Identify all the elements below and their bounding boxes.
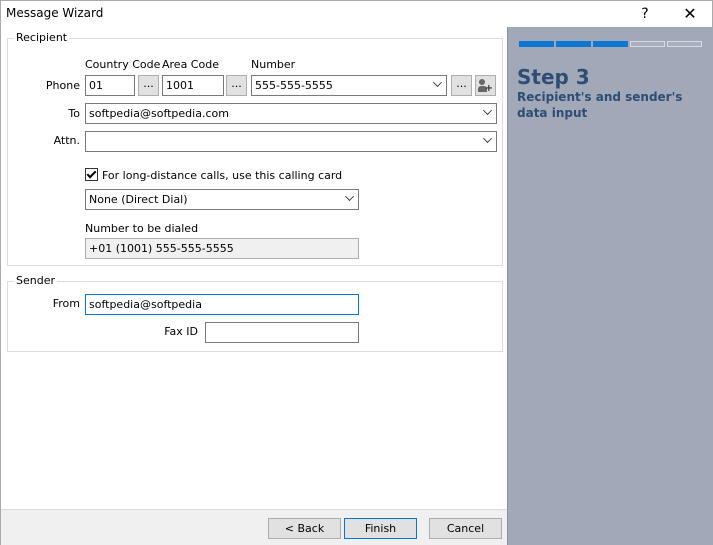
number-label: Number <box>251 58 296 71</box>
cancel-button[interactable]: Cancel <box>429 518 502 539</box>
area-code-browse-button[interactable]: ... <box>226 75 247 96</box>
progress-segment <box>519 41 554 47</box>
back-button[interactable]: < Back <box>268 518 341 539</box>
from-input[interactable]: softpedia@softpedia <box>85 294 359 315</box>
progress-segment <box>667 41 702 47</box>
country-code-browse-button[interactable]: ... <box>138 75 159 96</box>
fax-id-label: Fax ID <box>164 325 198 338</box>
progress-segment <box>630 41 665 47</box>
to-label: To <box>68 107 80 120</box>
number-browse-button[interactable]: ... <box>451 75 472 96</box>
area-code-label: Area Code <box>162 58 219 71</box>
number-combo[interactable]: 555-555-5555 <box>251 75 447 96</box>
step-subtitle: Recipient's and sender's data input <box>517 90 683 120</box>
calling-card-checkbox-label[interactable]: For long-distance calls, use this callin… <box>102 169 342 182</box>
attn-label: Attn. <box>53 134 80 147</box>
to-combo[interactable]: softpedia@softpedia.com <box>85 103 497 124</box>
country-code-label: Country Code <box>85 58 161 71</box>
country-code-input[interactable]: 01 <box>85 75 135 96</box>
chevron-down-icon <box>345 192 354 201</box>
sender-group-title: Sender <box>14 274 57 287</box>
calling-card-checkbox[interactable] <box>85 168 98 181</box>
plus-icon: + <box>484 83 493 94</box>
button-bar: < Back Finish Cancel <box>1 509 507 545</box>
checkmark-icon <box>86 168 97 179</box>
title-bar: Message Wizard ? ✕ <box>1 1 712 27</box>
wizard-side-panel: Step 3 Recipient's and sender's data inp… <box>507 27 713 545</box>
recipient-group: Recipient Country Code Area Code Number … <box>7 31 503 266</box>
progress-segment <box>556 41 591 47</box>
help-button[interactable]: ? <box>631 3 659 25</box>
chevron-down-icon <box>483 106 492 115</box>
message-wizard-window: Message Wizard ? ✕ Recipient Country Cod… <box>0 0 713 545</box>
finish-button[interactable]: Finish <box>344 518 417 539</box>
calling-card-select[interactable]: None (Direct Dial) <box>85 189 359 210</box>
calling-card-value: None (Direct Dial) <box>89 193 188 206</box>
dialed-number-field: +01 (1001) 555-555-5555 <box>85 238 359 259</box>
sender-group: Sender From softpedia@softpedia Fax ID <box>7 274 503 352</box>
wizard-form: Recipient Country Code Area Code Number … <box>1 27 507 509</box>
recipient-group-title: Recipient <box>14 31 70 44</box>
fax-id-input[interactable] <box>205 322 359 343</box>
area-code-input[interactable]: 1001 <box>162 75 224 96</box>
phone-label: Phone <box>45 79 80 92</box>
attn-combo[interactable] <box>85 131 497 152</box>
from-label: From <box>52 297 80 310</box>
progress-segment <box>593 41 628 47</box>
add-contact-button[interactable]: + <box>475 75 496 96</box>
chevron-down-icon <box>433 78 442 87</box>
to-value: softpedia@softpedia.com <box>89 107 229 120</box>
dialed-number-label: Number to be dialed <box>85 222 199 235</box>
step-title: Step 3 <box>517 65 590 89</box>
chevron-down-icon <box>483 134 492 143</box>
close-button[interactable]: ✕ <box>676 3 704 25</box>
window-title: Message Wizard <box>6 6 104 20</box>
number-value: 555-555-5555 <box>255 79 333 92</box>
